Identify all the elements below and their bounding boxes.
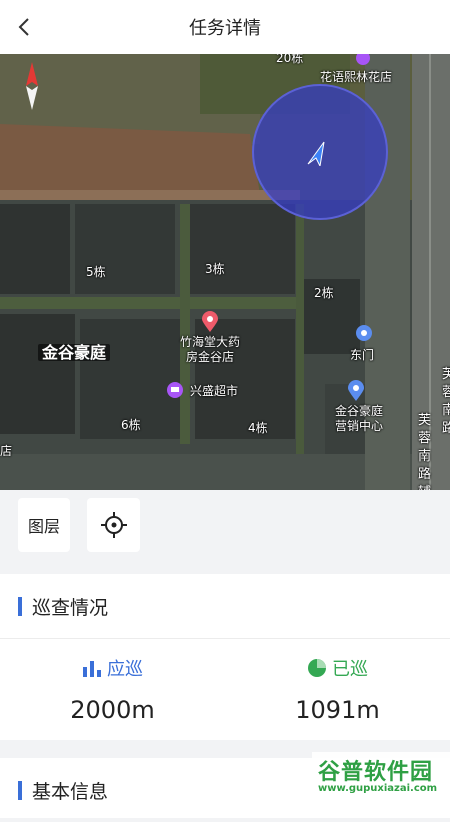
basic-section-title: 基本信息 — [32, 780, 109, 803]
label-road-furong-1: 芙蓉南路 — [442, 367, 450, 436]
label-east-gate: 东门 — [350, 348, 375, 362]
header-bar: 任务详情 — [0, 0, 450, 54]
label-building-4: 4栋 — [248, 421, 268, 435]
label-building-20: 20栋 — [276, 54, 304, 65]
section-accent-bar — [18, 596, 22, 616]
layer-button[interactable]: 图层 — [18, 498, 70, 552]
crosshair-icon — [100, 512, 127, 538]
label-building-5: 5栋 — [86, 265, 106, 279]
watermark-url: www.gupuxiazai.com — [318, 783, 438, 794]
label-road-furong-2: 芙蓉南路辅 — [418, 413, 432, 490]
chevron-left-icon — [18, 18, 29, 36]
patrol-section-header: 巡查情况 — [0, 574, 450, 639]
sales-center-poi-icon[interactable] — [347, 380, 365, 402]
watermark-text: 谷普软件园 — [318, 760, 434, 785]
completed-label: 已巡 — [332, 659, 368, 680]
label-building-3: 3栋 — [205, 262, 225, 276]
location-arrow-icon — [307, 141, 325, 166]
label-pharmacy: 竹海堂大药 房金谷店 — [179, 335, 240, 364]
planned-distance-stat: 应巡 2000m — [0, 654, 225, 724]
label-sales-center: 金谷豪庭 营销中心 — [334, 404, 383, 433]
back-button[interactable] — [10, 13, 38, 41]
label-supermarket: 兴盛超市 — [190, 384, 239, 398]
locate-button[interactable] — [87, 498, 140, 552]
label-flower-shop: 花语熙林花店 — [320, 70, 393, 84]
label-edge-shop: 店 — [0, 444, 13, 458]
completed-value: 1091m — [295, 696, 380, 724]
pie-chart-icon — [308, 659, 326, 677]
compass-icon[interactable] — [23, 62, 41, 110]
label-building-2: 2栋 — [314, 286, 334, 300]
satellite-map[interactable]: 20栋 花语熙林花店 5栋 3栋 2栋 竹海堂大药 房金谷店 金谷豪庭 东门 兴… — [0, 54, 450, 490]
flower-poi-icon[interactable] — [355, 54, 371, 70]
label-building-6: 6栋 — [121, 418, 141, 432]
section-accent-bar — [18, 780, 22, 800]
patrol-status-card: 巡查情况 应巡 2000m 已巡 1091m — [0, 574, 450, 740]
map-toolbar: 图层 — [0, 490, 450, 564]
planned-value: 2000m — [70, 696, 155, 724]
page-title: 任务详情 — [189, 18, 261, 39]
bar-chart-icon — [83, 661, 101, 677]
patrol-section-title: 巡查情况 — [32, 596, 109, 619]
pharmacy-poi-icon[interactable] — [201, 311, 219, 333]
watermark: 谷普软件园 www.gupuxiazai.com — [312, 752, 450, 800]
supermarket-poi-icon[interactable] — [166, 381, 184, 399]
label-community: 金谷豪庭 — [38, 344, 111, 361]
gate-poi-icon[interactable] — [355, 324, 373, 342]
planned-label: 应巡 — [107, 659, 143, 680]
completed-distance-stat: 已巡 1091m — [225, 654, 450, 724]
